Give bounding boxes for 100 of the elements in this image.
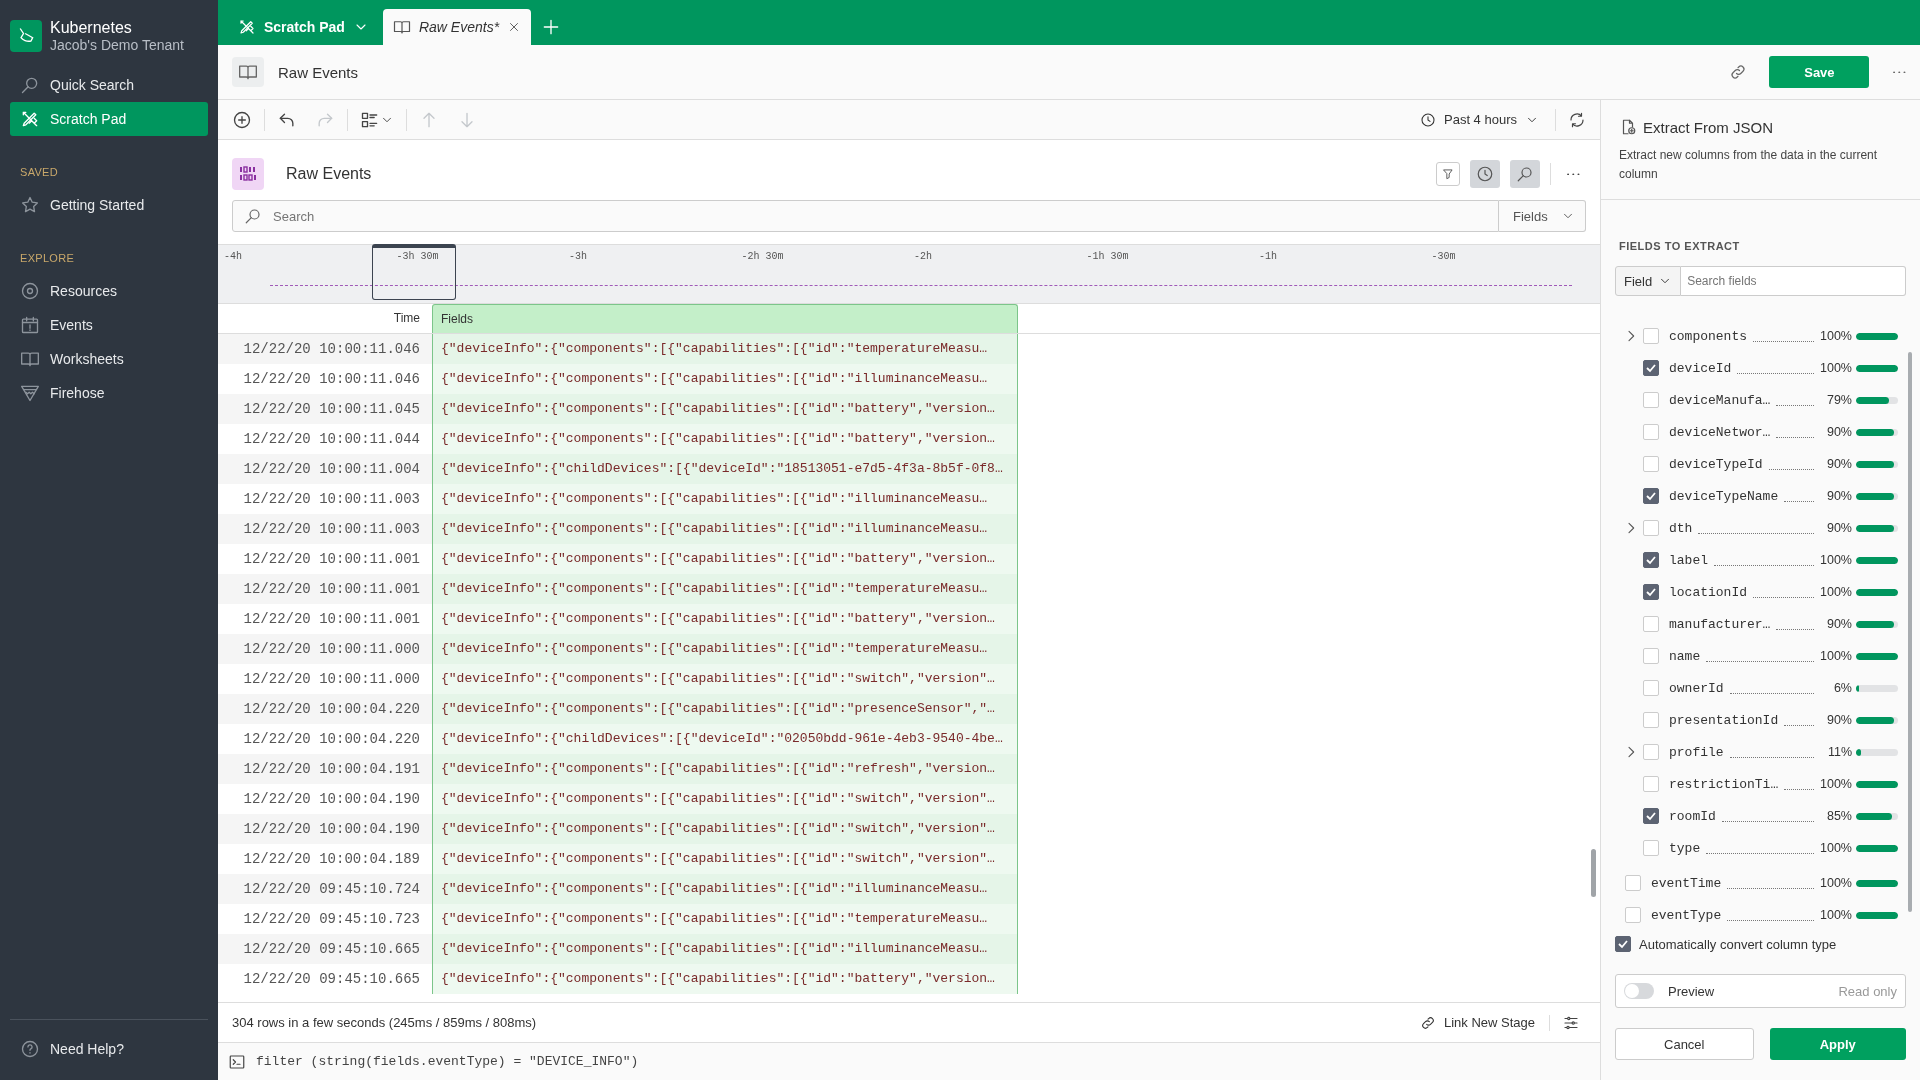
percent-label: 90% bbox=[1825, 713, 1852, 727]
field-name: restrictionTi… bbox=[1669, 776, 1779, 792]
search-field[interactable]: Search fields bbox=[1681, 266, 1906, 296]
table-cell: {"deviceInfo":{"components":[{"capabilities":[{"id":"battery","version… bbox=[432, 604, 1018, 634]
filter-icon bbox=[1441, 167, 1456, 181]
toggle-label: Preview bbox=[1668, 983, 1715, 999]
panel-description: Extract new columns from the data in the current column bbox=[1619, 147, 1879, 183]
refresh-icon bbox=[1568, 110, 1586, 129]
percent-label: 100% bbox=[1819, 649, 1852, 663]
star-icon bbox=[20, 195, 40, 215]
more-icon[interactable] bbox=[1893, 70, 1906, 74]
percent-label: 11% bbox=[1826, 745, 1852, 759]
section-heading: SAVED bbox=[20, 166, 59, 178]
field-name: label bbox=[1669, 552, 1708, 568]
timeline-tick-label: -1h 30m bbox=[1086, 251, 1129, 262]
preview-toggle[interactable] bbox=[1624, 983, 1654, 999]
checkbox[interactable] bbox=[1643, 808, 1659, 824]
pencil-ruler-icon bbox=[20, 109, 40, 129]
scrollbar[interactable] bbox=[1591, 849, 1596, 897]
table-cell-text: 12/22/20 10:00:04.190 bbox=[242, 790, 421, 809]
time-range-selector[interactable] bbox=[372, 244, 456, 300]
field-name: type bbox=[1669, 840, 1701, 856]
filter-button[interactable] bbox=[1436, 162, 1461, 186]
table-cell: 12/22/20 10:00:11.046 bbox=[218, 334, 432, 364]
percent-label: 90% bbox=[1825, 617, 1852, 631]
percent-label: 90% bbox=[1825, 489, 1852, 503]
tab[interactable]: Raw Events* bbox=[382, 9, 532, 45]
table-cell: 12/22/20 10:00:11.001 bbox=[218, 574, 432, 604]
time-button[interactable] bbox=[1470, 160, 1501, 188]
field-name: components bbox=[1669, 328, 1747, 344]
nav-item[interactable]: Firehose bbox=[10, 376, 208, 410]
help-link[interactable]: Need Help? bbox=[10, 1032, 208, 1066]
read-only-note: Read only bbox=[1838, 983, 1897, 999]
status-text: 304 rows in a few seconds (245ms / 859ms / 808ms) bbox=[232, 1015, 537, 1030]
fields-dropdown[interactable]: Fields bbox=[1499, 200, 1586, 232]
checkbox[interactable] bbox=[1615, 936, 1631, 952]
link-icon[interactable] bbox=[1729, 63, 1748, 81]
field-dropdown[interactable]: Field bbox=[1615, 266, 1682, 296]
table-cell-text: 12/22/20 10:00:11.001 bbox=[242, 610, 421, 629]
field-name: deviceNetwor… bbox=[1669, 424, 1771, 440]
nav-item[interactable]: Getting Started bbox=[10, 188, 208, 222]
cancel-button[interactable]: Cancel bbox=[1615, 1028, 1754, 1060]
table-cell: 12/22/20 10:00:11.000 bbox=[218, 634, 432, 664]
percent-label: 100% bbox=[1819, 777, 1852, 791]
column-header[interactable]: Fields bbox=[432, 304, 1018, 333]
checkmark-icon bbox=[1617, 938, 1629, 950]
table-cell: {"deviceInfo":{"components":[{"capabilities":[{"id":"switch","version"… bbox=[432, 664, 1018, 694]
table-cell-text: 12/22/20 10:00:11.001 bbox=[242, 550, 421, 569]
nav-item[interactable]: Events bbox=[10, 308, 208, 342]
panel-title: Extract From JSON bbox=[1643, 118, 1773, 136]
table-cell-text: 12/22/20 10:00:04.189 bbox=[242, 850, 421, 869]
tenant-subtitle: Jacob's Demo Tenant bbox=[50, 37, 184, 54]
checkmark-icon bbox=[1645, 810, 1657, 822]
link-new-stage-button[interactable]: Link New Stage bbox=[1419, 1014, 1550, 1031]
scrollbar[interactable] bbox=[1908, 352, 1912, 912]
field-name: ownerId bbox=[1669, 680, 1724, 696]
nav-item[interactable]: Worksheets bbox=[10, 342, 208, 376]
percent-label: 100% bbox=[1819, 841, 1852, 855]
table-cell: 12/22/20 10:00:11.045 bbox=[218, 394, 432, 424]
table-cell-text: 12/22/20 10:00:04.220 bbox=[242, 730, 421, 749]
timeline-tick-label: -2h bbox=[914, 251, 932, 262]
pencil-ruler-icon bbox=[238, 18, 256, 36]
checkbox[interactable] bbox=[1643, 552, 1659, 568]
tab[interactable]: Scratch Pad bbox=[228, 9, 379, 45]
table-cell: 12/22/20 10:00:11.003 bbox=[218, 514, 432, 544]
search-field[interactable]: Search bbox=[232, 200, 1499, 232]
table-cell: 12/22/20 09:45:10.665 bbox=[218, 934, 432, 964]
nav-item[interactable]: Quick Search bbox=[10, 68, 208, 102]
field-name: dth bbox=[1669, 520, 1693, 536]
field-name: roomId bbox=[1669, 808, 1716, 824]
table-cell: {"deviceInfo":{"components":[{"capabilities":[{"id":"battery","version… bbox=[432, 424, 1018, 454]
page-title: Raw Events bbox=[278, 63, 360, 81]
search-button[interactable] bbox=[1510, 160, 1541, 188]
book-icon bbox=[392, 18, 411, 36]
percent-label: 100% bbox=[1819, 908, 1852, 922]
checkbox[interactable] bbox=[1643, 584, 1659, 600]
table-cell: {"deviceInfo":{"components":[{"capabilities":[{"id":"illuminanceMeasu… bbox=[432, 364, 1018, 394]
checkmark-icon bbox=[1645, 586, 1657, 598]
table-cell: {"deviceInfo":{"components":[{"capabilities":[{"id":"battery","version… bbox=[432, 394, 1018, 424]
checkmark-icon bbox=[1645, 490, 1657, 502]
table-cell: {"deviceInfo":{"components":[{"capabilities":[{"id":"temperatureMeasu… bbox=[432, 574, 1018, 604]
nav-item[interactable]: Scratch Pad bbox=[10, 102, 208, 136]
time-range-dropdown[interactable]: Past 4 hours bbox=[1410, 104, 1549, 135]
table-cell: {"deviceInfo":{"components":[{"capabilities":[{"id":"switch","version"… bbox=[432, 814, 1018, 844]
timeline-tick-label: -2h 30m bbox=[741, 251, 784, 262]
percent-label: 79% bbox=[1825, 393, 1852, 407]
nav-item[interactable]: Resources bbox=[10, 274, 208, 308]
checkbox[interactable] bbox=[1643, 360, 1659, 376]
table-cell: {"deviceInfo":{"components":[{"capabilities":[{"id":"illuminanceMeasu… bbox=[432, 934, 1018, 964]
table-cell-text: 12/22/20 10:00:11.044 bbox=[242, 430, 421, 449]
timeline-tick-label: -1h bbox=[1259, 251, 1277, 262]
field-name: name bbox=[1669, 648, 1701, 664]
percent-label: 85% bbox=[1825, 809, 1852, 823]
checkbox[interactable] bbox=[1643, 488, 1659, 504]
target-icon bbox=[20, 281, 40, 301]
field-name: deviceTypeName bbox=[1669, 488, 1779, 504]
percent-label: 100% bbox=[1819, 329, 1852, 343]
section-heading: EXPLORE bbox=[20, 252, 76, 264]
worksheet-toggle[interactable] bbox=[232, 57, 264, 87]
timeline-tick-label: -3h bbox=[569, 251, 587, 262]
